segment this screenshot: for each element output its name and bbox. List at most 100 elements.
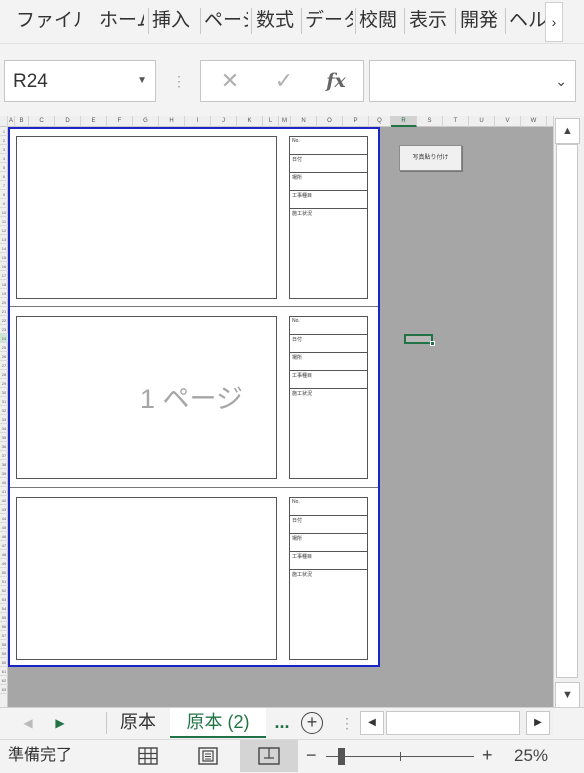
row-header-47[interactable]: 47 — [0, 541, 8, 550]
row-header-41[interactable]: 41 — [0, 487, 8, 496]
tab-data[interactable]: データ — [305, 0, 353, 44]
cancel-icon[interactable]: ✕ — [203, 61, 257, 101]
row-header-23[interactable]: 23 — [0, 325, 8, 334]
column-header-o[interactable]: O — [317, 116, 343, 127]
row-header-31[interactable]: 31 — [0, 397, 8, 406]
active-cell-r24[interactable] — [404, 334, 435, 346]
row-header-19[interactable]: 19 — [0, 289, 8, 298]
photo-frame[interactable] — [16, 497, 277, 660]
tab-help[interactable]: ヘル — [509, 0, 545, 44]
scroll-left-button[interactable]: ◀ — [360, 711, 384, 735]
row-header-12[interactable]: 12 — [0, 226, 8, 235]
column-header-r[interactable]: R — [391, 116, 417, 127]
row-header-62[interactable]: 62 — [0, 676, 8, 685]
scroll-up-button[interactable]: ▲ — [555, 118, 580, 144]
row-header-55[interactable]: 55 — [0, 613, 8, 622]
select-all-corner[interactable] — [0, 116, 8, 127]
row-header-54[interactable]: 54 — [0, 604, 8, 613]
row-header-38[interactable]: 38 — [0, 460, 8, 469]
row-header-51[interactable]: 51 — [0, 577, 8, 586]
sheet-tab-original-2[interactable]: 原本 (2) — [170, 708, 266, 738]
add-sheet-button[interactable]: + — [301, 712, 323, 734]
row-header-8[interactable]: 8 — [0, 190, 8, 199]
vertical-scrollbar[interactable]: ▲ ▼ — [553, 116, 584, 708]
chevron-down-icon[interactable]: ⌄ — [555, 61, 567, 101]
row-header-2[interactable]: 2 — [0, 136, 8, 145]
page-break-preview-button[interactable] — [240, 740, 298, 772]
row-header-45[interactable]: 45 — [0, 523, 8, 532]
row-header-43[interactable]: 43 — [0, 505, 8, 514]
row-header-9[interactable]: 9 — [0, 199, 8, 208]
more-sheets-button[interactable]: ... — [268, 708, 296, 738]
column-header-a[interactable]: A — [8, 116, 15, 127]
row-header-3[interactable]: 3 — [0, 145, 8, 154]
column-header-u[interactable]: U — [469, 116, 495, 127]
column-header-p[interactable]: P — [343, 116, 369, 127]
photo-frame[interactable] — [16, 136, 277, 299]
row-header-48[interactable]: 48 — [0, 550, 8, 559]
row-header-53[interactable]: 53 — [0, 595, 8, 604]
paste-photo-button[interactable]: 写真貼り付け — [399, 145, 462, 171]
column-header-e[interactable]: E — [81, 116, 107, 127]
row-header-49[interactable]: 49 — [0, 559, 8, 568]
row-header-20[interactable]: 20 — [0, 298, 8, 307]
column-header-m[interactable]: M — [279, 116, 291, 127]
row-header-34[interactable]: 34 — [0, 424, 8, 433]
zoom-slider-thumb[interactable] — [338, 748, 345, 765]
row-header-35[interactable]: 35 — [0, 433, 8, 442]
name-box[interactable]: R24 ▼ — [4, 60, 156, 102]
row-header-30[interactable]: 30 — [0, 388, 8, 397]
row-header-44[interactable]: 44 — [0, 514, 8, 523]
tab-file[interactable]: ファイル — [16, 0, 82, 44]
row-header-50[interactable]: 50 — [0, 568, 8, 577]
column-header-b[interactable]: B — [15, 116, 29, 127]
zoom-out-button[interactable]: − — [306, 740, 317, 770]
row-header-36[interactable]: 36 — [0, 442, 8, 451]
row-header-13[interactable]: 13 — [0, 235, 8, 244]
row-header-32[interactable]: 32 — [0, 406, 8, 415]
row-header-61[interactable]: 61 — [0, 667, 8, 676]
row-header-16[interactable]: 16 — [0, 262, 8, 271]
tab-insert[interactable]: 挿入 — [152, 0, 197, 44]
column-header-i[interactable]: I — [185, 116, 211, 127]
row-header-10[interactable]: 10 — [0, 208, 8, 217]
vertical-scroll-thumb[interactable] — [556, 144, 578, 678]
tab-developer[interactable]: 開発 — [460, 0, 502, 44]
row-header-18[interactable]: 18 — [0, 280, 8, 289]
tab-home[interactable]: ホーム — [99, 0, 144, 44]
column-header-q[interactable]: Q — [369, 116, 391, 127]
horizontal-scroll-thumb[interactable] — [386, 711, 520, 735]
fill-handle[interactable] — [430, 341, 435, 346]
tab-formulas[interactable]: 数式 — [256, 0, 298, 44]
row-header-39[interactable]: 39 — [0, 469, 8, 478]
horizontal-scrollbar[interactable]: ◀ ▶ — [360, 711, 553, 735]
row-header-25[interactable]: 25 — [0, 343, 8, 352]
row-header-33[interactable]: 33 — [0, 415, 8, 424]
row-header-5[interactable]: 5 — [0, 163, 8, 172]
formula-input[interactable]: ⌄ — [369, 60, 576, 102]
insert-function-button[interactable]: fx — [309, 61, 363, 101]
column-header-v[interactable]: V — [495, 116, 521, 127]
row-header-15[interactable]: 15 — [0, 253, 8, 262]
tab-review[interactable]: 校閲 — [359, 0, 401, 44]
row-header-52[interactable]: 52 — [0, 586, 8, 595]
row-header-4[interactable]: 4 — [0, 154, 8, 163]
worksheet-grid[interactable]: ABCDEFGHIJKLMNOPQRSTUVW 1 2 3 4 5 6 7 8 9 10 11 12 1… — [0, 116, 553, 707]
row-header-24[interactable]: 24 — [0, 334, 8, 343]
row-header-22[interactable]: 22 — [0, 316, 8, 325]
scroll-down-button[interactable]: ▼ — [555, 682, 580, 708]
row-header-6[interactable]: 6 — [0, 172, 8, 181]
column-header-d[interactable]: D — [55, 116, 81, 127]
row-header-26[interactable]: 26 — [0, 352, 8, 361]
zoom-level[interactable]: 25% — [514, 740, 548, 772]
tab-split-grip[interactable]: ⋮ — [340, 712, 354, 734]
row-header-1[interactable]: 1 — [0, 127, 8, 136]
column-header-w[interactable]: W — [521, 116, 547, 127]
tab-view[interactable]: 表示 — [409, 0, 451, 44]
caret-down-icon[interactable]: ▼ — [137, 61, 147, 101]
row-header-21[interactable]: 21 — [0, 307, 8, 316]
row-header-40[interactable]: 40 — [0, 478, 8, 487]
column-header-c[interactable]: C — [29, 116, 55, 127]
column-header-t[interactable]: T — [443, 116, 469, 127]
row-header-37[interactable]: 37 — [0, 451, 8, 460]
